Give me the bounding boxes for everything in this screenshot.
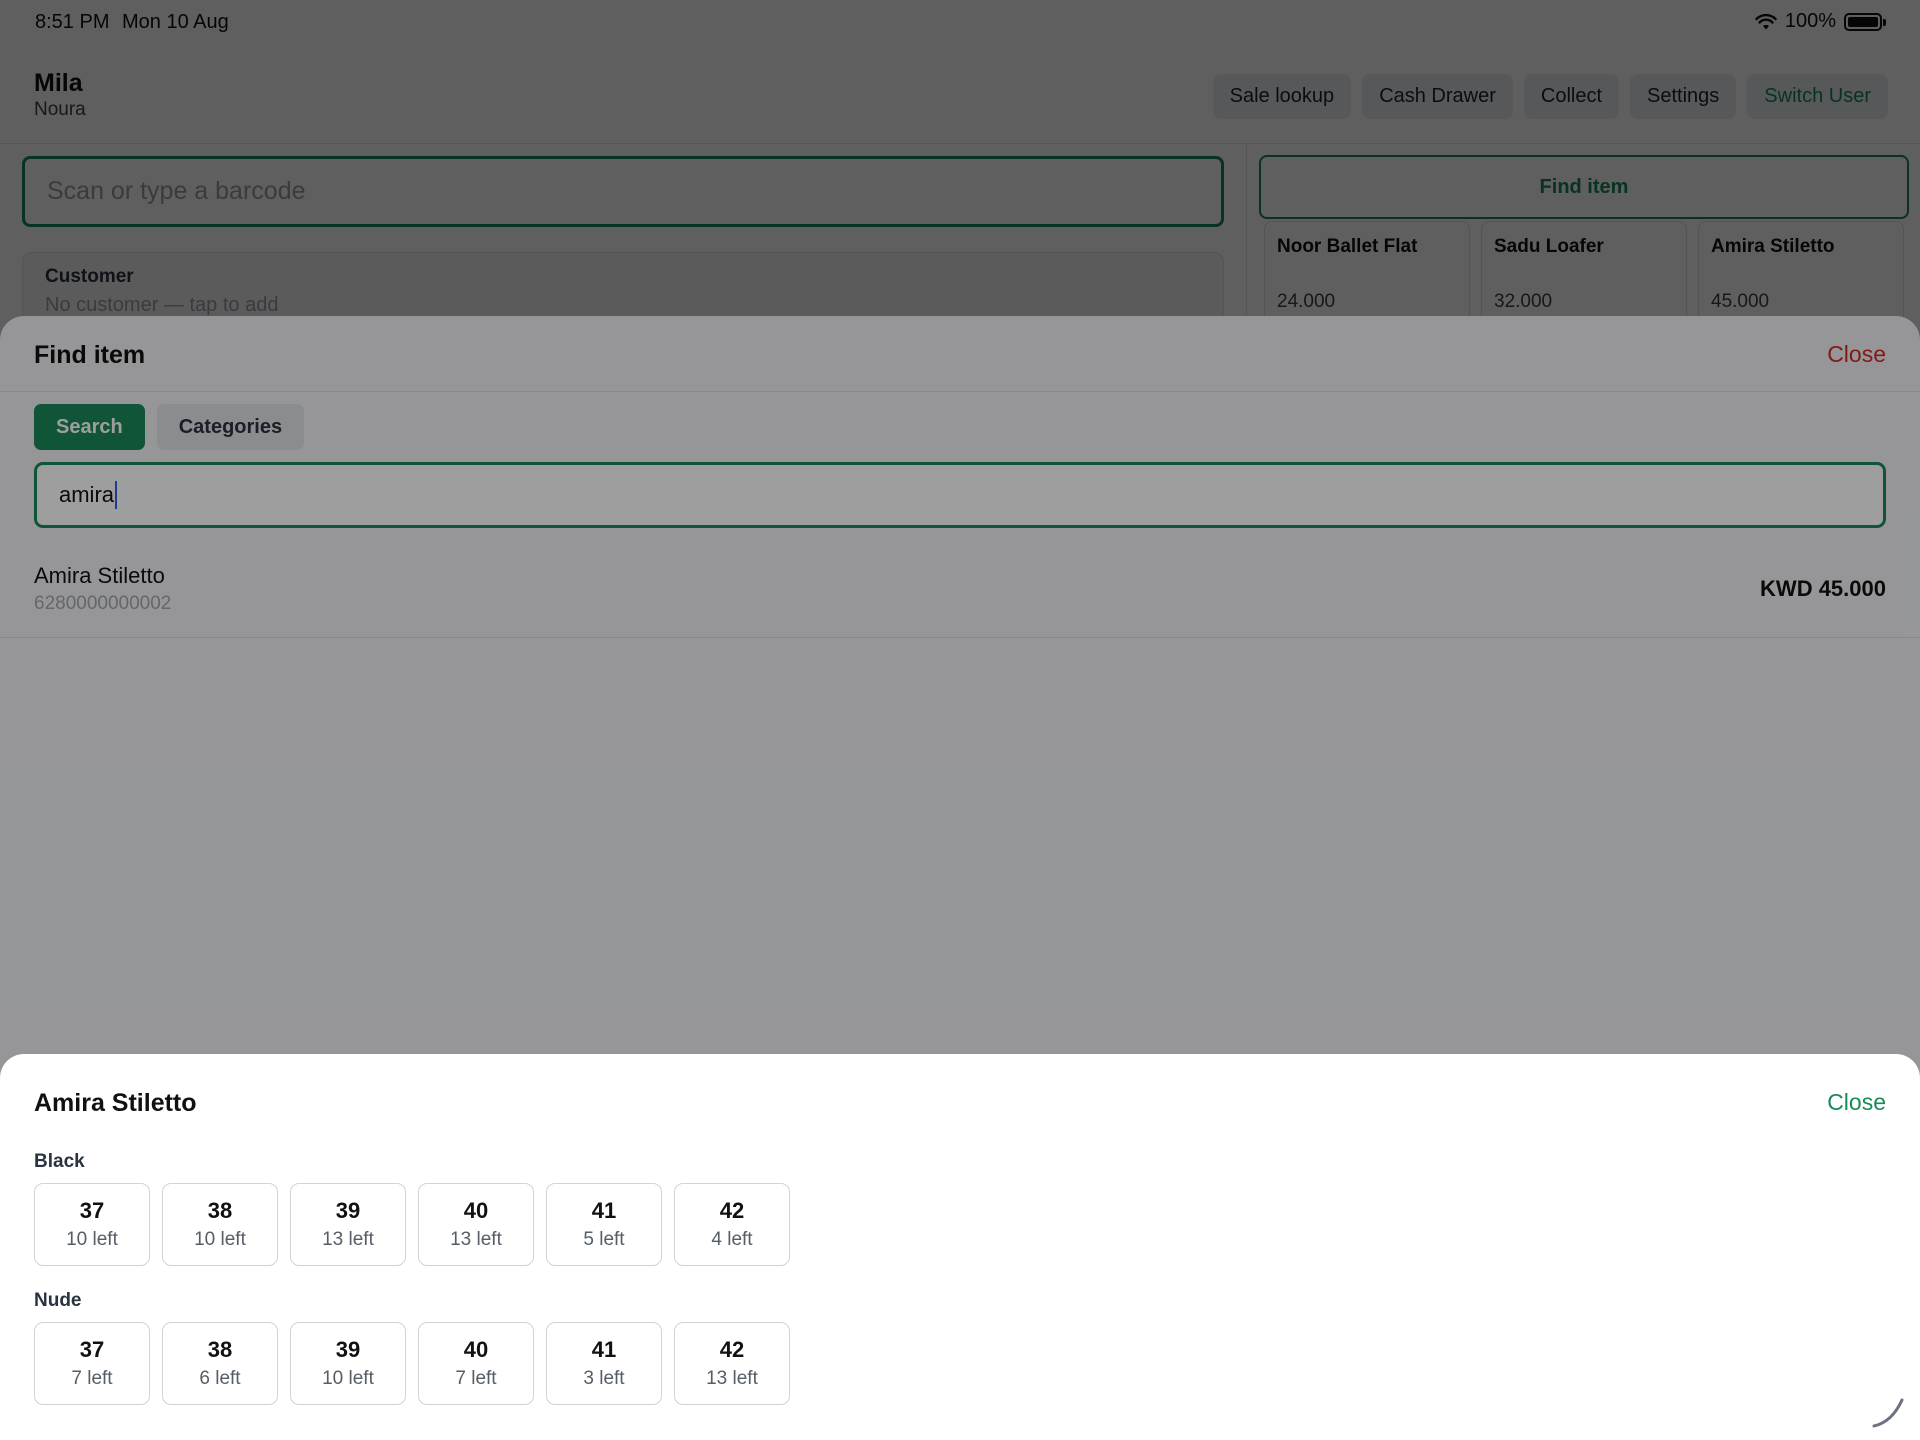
stock-left: 13 left xyxy=(322,1229,374,1250)
size-number: 37 xyxy=(79,1198,105,1223)
size-option[interactable]: 42 13 left xyxy=(674,1322,790,1405)
stock-left: 7 left xyxy=(455,1368,497,1389)
variant-picker-sheet: Amira Stiletto Close Black 37 10 left 38… xyxy=(0,1054,1920,1440)
stock-left: 6 left xyxy=(199,1368,241,1389)
size-number: 40 xyxy=(463,1198,489,1223)
color-label: Nude xyxy=(34,1290,82,1311)
stock-left: 3 left xyxy=(583,1368,625,1389)
size-option[interactable]: 41 3 left xyxy=(546,1322,662,1405)
color-label: Black xyxy=(34,1151,85,1172)
size-option[interactable]: 40 13 left xyxy=(418,1183,534,1266)
stock-left: 10 left xyxy=(66,1229,118,1250)
stock-left: 13 left xyxy=(706,1368,758,1389)
size-option[interactable]: 39 13 left xyxy=(290,1183,406,1266)
size-option[interactable]: 38 6 left xyxy=(162,1322,278,1405)
size-number: 38 xyxy=(207,1198,233,1223)
variant-sheet-title: Amira Stiletto xyxy=(34,1089,197,1117)
stock-left: 4 left xyxy=(711,1229,753,1250)
size-number: 39 xyxy=(335,1337,361,1362)
size-number: 40 xyxy=(463,1337,489,1362)
size-option[interactable]: 37 7 left xyxy=(34,1322,150,1405)
size-option[interactable]: 39 10 left xyxy=(290,1322,406,1405)
stock-left: 10 left xyxy=(194,1229,246,1250)
size-number: 41 xyxy=(591,1198,617,1223)
size-row-black: 37 10 left 38 10 left 39 13 left 40 13 l… xyxy=(34,1183,790,1266)
variant-sheet-close-button[interactable]: Close xyxy=(1827,1089,1886,1116)
size-number: 42 xyxy=(719,1198,745,1223)
size-number: 42 xyxy=(719,1337,745,1362)
size-row-nude: 37 7 left 38 6 left 39 10 left 40 7 left… xyxy=(34,1322,790,1405)
stock-left: 5 left xyxy=(583,1229,625,1250)
size-number: 41 xyxy=(591,1337,617,1362)
stock-left: 13 left xyxy=(450,1229,502,1250)
size-number: 38 xyxy=(207,1337,233,1362)
size-option[interactable]: 40 7 left xyxy=(418,1322,534,1405)
size-option[interactable]: 41 5 left xyxy=(546,1183,662,1266)
size-option[interactable]: 37 10 left xyxy=(34,1183,150,1266)
size-option[interactable]: 42 4 left xyxy=(674,1183,790,1266)
size-number: 39 xyxy=(335,1198,361,1223)
stock-left: 7 left xyxy=(71,1368,113,1389)
resize-handle-icon xyxy=(1872,1398,1904,1428)
stock-left: 10 left xyxy=(322,1368,374,1389)
size-option[interactable]: 38 10 left xyxy=(162,1183,278,1266)
size-number: 37 xyxy=(79,1337,105,1362)
